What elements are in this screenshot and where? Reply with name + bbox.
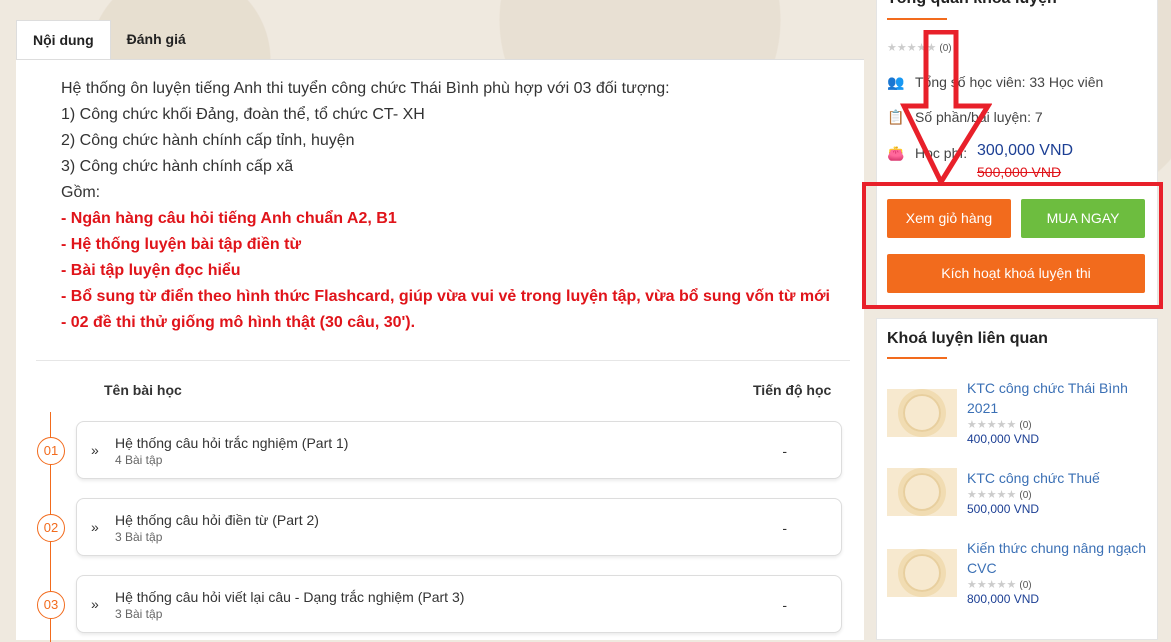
content-tabs: Nội dung Đánh giá (16, 20, 202, 60)
lesson-number: 01 (37, 437, 65, 465)
star-icon: ★★★★★ (967, 489, 1017, 501)
lesson-number: 03 (37, 591, 65, 619)
desc-highlight: - 02 đề thi thử giống mô hình thật (30 c… (61, 314, 416, 331)
desc-line: 2) Công chức hành chính cấp tỉnh, huyện (61, 132, 355, 149)
course-description: Hệ thống ôn luyện tiếng Anh thi tuyển cô… (61, 76, 831, 336)
lesson-title: Hệ thống câu hỏi trắc nghiệm (Part 1) (115, 435, 349, 451)
course-thumbnail[interactable] (887, 549, 957, 597)
overview-title: Tổng quan khoá luyện (887, 0, 1057, 8)
related-title: Khoá luyện liên quan (887, 330, 1048, 347)
rating-stars: ★★★★★ (0) (967, 488, 1032, 501)
rating-count: (0) (1019, 580, 1032, 591)
desc-highlight: - Ngân hàng câu hỏi tiếng Anh chuẩn A2, … (61, 210, 397, 227)
lesson-progress: - (782, 597, 787, 613)
title-underline (887, 18, 947, 20)
desc-line: 3) Công chức hành chính cấp xã (61, 158, 294, 175)
related-course-link[interactable]: Kiến thức chung nâng ngạch CVC (967, 538, 1147, 578)
lesson-title: Hệ thống câu hỏi viết lại câu - Dạng trắ… (115, 589, 465, 605)
lesson-progress: - (782, 443, 787, 459)
down-arrow-annotation (900, 30, 992, 185)
desc-highlight: - Bài tập luyện đọc hiểu (61, 262, 241, 279)
chevron-right-icon: » (91, 596, 99, 612)
related-price: 400,000 VND (967, 432, 1040, 446)
rating-count: (0) (1019, 420, 1032, 431)
star-icon: ★★★★★ (967, 419, 1017, 431)
rating-count: (0) (1019, 490, 1032, 501)
rating-stars: ★★★★★ (0) (967, 418, 1032, 431)
desc-line: Hệ thống ôn luyện tiếng Anh thi tuyển cô… (61, 80, 670, 97)
title-underline (887, 357, 947, 359)
main-content-panel: Hệ thống ôn luyện tiếng Anh thi tuyển cô… (16, 59, 864, 642)
related-price: 500,000 VND (967, 502, 1040, 516)
col-lesson-header: Tên bài học (104, 382, 182, 398)
desc-highlight: - Bổ sung từ điển theo hình thức Flashca… (61, 288, 830, 305)
lesson-count: 4 Bài tập (115, 453, 163, 467)
desc-line: 1) Công chức khối Đảng, đoàn thể, tổ chứ… (61, 106, 425, 123)
lesson-title: Hệ thống câu hỏi điền từ (Part 2) (115, 512, 319, 528)
tab-noi-dung[interactable]: Nội dung (16, 20, 111, 59)
course-thumbnail[interactable] (887, 468, 957, 516)
desc-highlight: - Hệ thống luyện bài tập điền từ (61, 236, 302, 253)
rating-stars: ★★★★★ (0) (967, 578, 1032, 591)
tab-danh-gia[interactable]: Đánh giá (111, 20, 202, 58)
course-thumbnail[interactable] (887, 389, 957, 437)
lesson-row[interactable]: » Hệ thống câu hỏi điền từ (Part 2) 3 Bà… (76, 498, 842, 556)
related-courses-panel: Khoá luyện liên quan KTC công chức Thái … (876, 318, 1158, 640)
chevron-right-icon: » (91, 442, 99, 458)
desc-line: Gồm: (61, 184, 101, 201)
divider (36, 360, 850, 361)
lesson-row[interactable]: » Hệ thống câu hỏi viết lại câu - Dạng t… (76, 575, 842, 633)
related-course-link[interactable]: KTC công chức Thuế (967, 468, 1147, 488)
star-icon: ★★★★★ (967, 579, 1017, 591)
chevron-right-icon: » (91, 519, 99, 535)
lesson-count: 3 Bài tập (115, 607, 163, 621)
highlight-annotation-box (862, 182, 1163, 309)
lesson-count: 3 Bài tập (115, 530, 163, 544)
related-course-link[interactable]: KTC công chức Thái Bình 2021 (967, 378, 1147, 418)
lesson-row[interactable]: » Hệ thống câu hỏi trắc nghiệm (Part 1) … (76, 421, 842, 479)
related-price: 800,000 VND (967, 592, 1040, 606)
lesson-number: 02 (37, 514, 65, 542)
lesson-progress: - (782, 520, 787, 536)
col-progress-header: Tiến độ học (753, 382, 832, 398)
